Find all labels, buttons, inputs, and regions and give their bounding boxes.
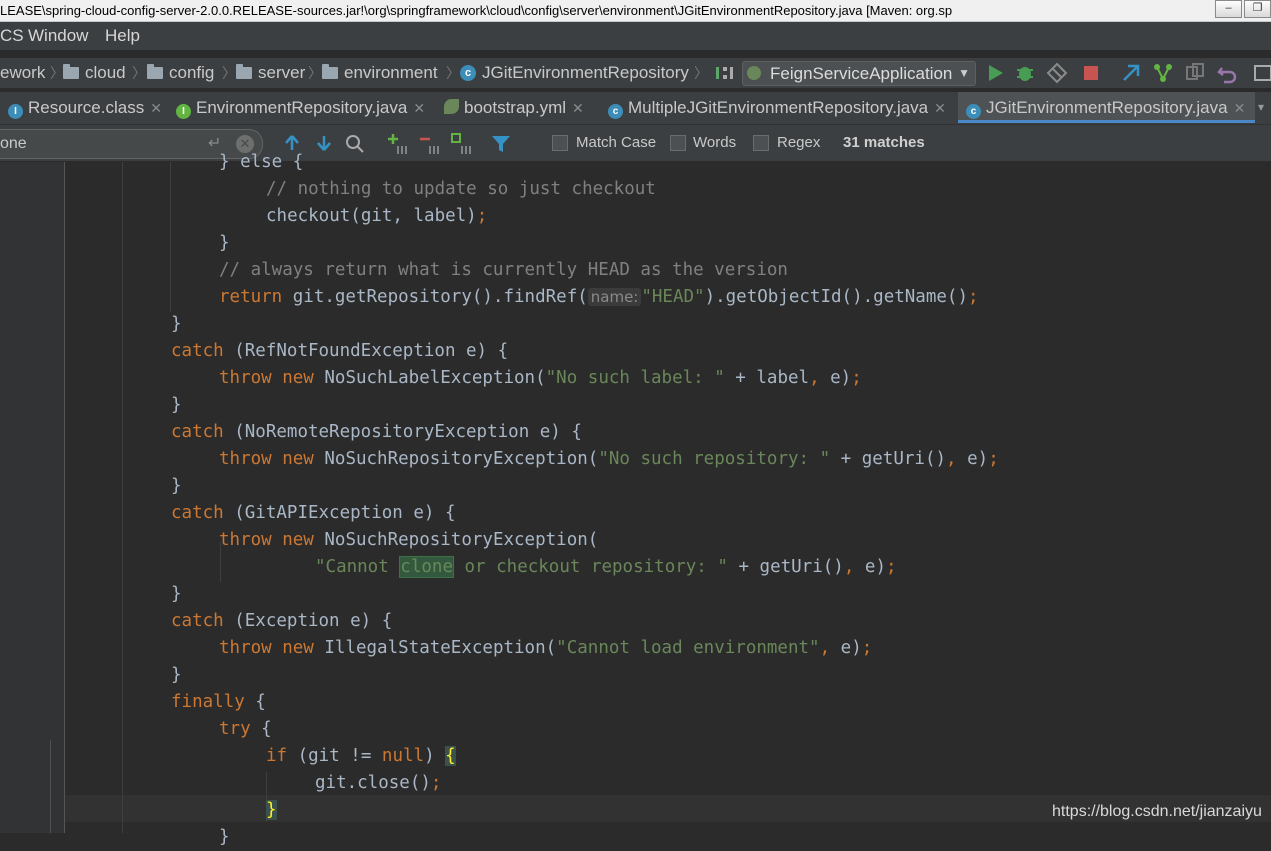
tab-bootstrap-yml[interactable]: bootstrap.yml ✕ [444,92,584,123]
arrow-down-icon[interactable] [314,133,334,153]
menu-bar: CS Window Help [0,22,1271,50]
breadcrumb-item[interactable]: cloud [63,58,126,88]
breadcrumb-item[interactable]: ework [0,58,45,88]
breadcrumb-item[interactable]: environment [322,58,438,88]
debug-icon[interactable] [1014,62,1036,84]
navigation-bar: ework 〉 cloud 〉 config 〉 server 〉 enviro… [0,58,1271,88]
search-match-highlight: clone [399,556,454,578]
menu-help[interactable]: Help [105,22,140,50]
folder-icon [147,64,163,79]
class-icon: I [8,104,23,119]
window-titlebar: LEASE\spring-cloud-config-server-2.0.0.R… [0,0,1271,22]
words-checkbox[interactable] [670,135,686,151]
tabs-overflow-icon[interactable]: ▾ [1258,92,1264,123]
find-all-icon[interactable] [344,133,366,155]
add-occurrence-icon[interactable] [386,132,410,156]
class-icon: c [608,104,623,119]
vcs-compare-icon[interactable] [1184,62,1206,84]
indent-guide [170,162,171,312]
breadcrumb-separator-icon: 〉 [222,65,236,81]
parameter-hint: name: [587,288,642,306]
code-content: } else { // nothing to update so just ch… [171,152,999,847]
breadcrumb-separator-icon: 〉 [50,65,64,81]
window-title: LEASE\spring-cloud-config-server-2.0.0.R… [0,3,953,18]
vcs-revert-icon[interactable] [1216,62,1238,84]
close-icon[interactable]: ✕ [572,100,584,116]
find-bar: one ↵ ✕ Match Case Words Regex 31 matche… [0,125,1271,162]
tab-resource-class[interactable]: I Resource.class ✕ [8,92,162,123]
stop-icon[interactable] [1080,62,1102,84]
match-count: 31 matches [843,134,925,151]
tab-jgit-environment-repository[interactable]: c JGitEnvironmentRepository.java ✕ [958,92,1256,123]
match-case-checkbox[interactable] [552,135,568,151]
regex-checkbox[interactable] [753,135,769,151]
folder-icon [63,64,79,79]
interface-icon: I [176,104,191,119]
close-icon[interactable]: ✕ [413,100,425,116]
breadcrumb-separator-icon: 〉 [308,65,322,81]
matched-brace-highlight: { [445,746,456,766]
indent-guide [122,162,123,833]
spring-boot-icon [747,66,761,80]
editor-tabs: I Resource.class ✕ I EnvironmentRepository.… [0,92,1271,125]
watermark-text: https://blog.csdn.net/jianzaiyu [1052,803,1262,820]
vcs-commit-icon[interactable] [1152,62,1174,84]
breadcrumb-separator-icon: 〉 [132,65,146,81]
run-configuration-select[interactable]: FeignServiceApplication ▼ [742,61,976,86]
restore-button[interactable]: ❐ [1244,0,1271,18]
window-controls: – ❐ [1213,0,1271,18]
terminal-icon[interactable] [1252,62,1271,84]
tab-multiple-jgit-environment-repository[interactable]: c MultipleJGitEnvironmentRepository.java ✕ [608,92,946,123]
breadcrumb-separator-icon: 〉 [694,65,708,81]
run-config-list-icon[interactable] [714,62,736,84]
close-icon[interactable]: ✕ [934,100,946,116]
minimize-button[interactable]: – [1215,0,1242,18]
folder-icon [322,64,338,79]
breadcrumb-item[interactable]: config [147,58,214,88]
run-icon[interactable] [984,62,1006,84]
tab-environment-repository[interactable]: I EnvironmentRepository.java ✕ [176,92,425,123]
remove-occurrence-icon[interactable] [418,132,442,156]
code-editor[interactable]: } else { // nothing to update so just ch… [0,152,1271,847]
matched-brace-highlight: } [266,800,277,820]
chevron-down-icon: ▼ [958,66,970,80]
menu-window[interactable]: Window [28,22,88,50]
breadcrumb-item[interactable]: server [236,58,305,88]
coverage-icon[interactable] [1046,62,1068,84]
breadcrumb-separator-icon: 〉 [446,65,460,81]
fold-marker [50,740,51,833]
menu-vcs[interactable]: CS [0,22,24,50]
close-icon[interactable]: ✕ [150,100,162,116]
folder-icon [236,64,252,79]
class-icon: c [966,104,981,119]
select-all-occurrences-icon[interactable] [450,132,474,156]
filter-icon[interactable] [490,133,512,155]
breadcrumb-item[interactable]: c JGitEnvironmentRepository [460,58,689,88]
class-icon: c [460,65,476,81]
close-icon[interactable]: ✕ [1234,100,1246,116]
vcs-update-icon[interactable] [1120,62,1142,84]
spring-leaf-icon [444,99,459,114]
